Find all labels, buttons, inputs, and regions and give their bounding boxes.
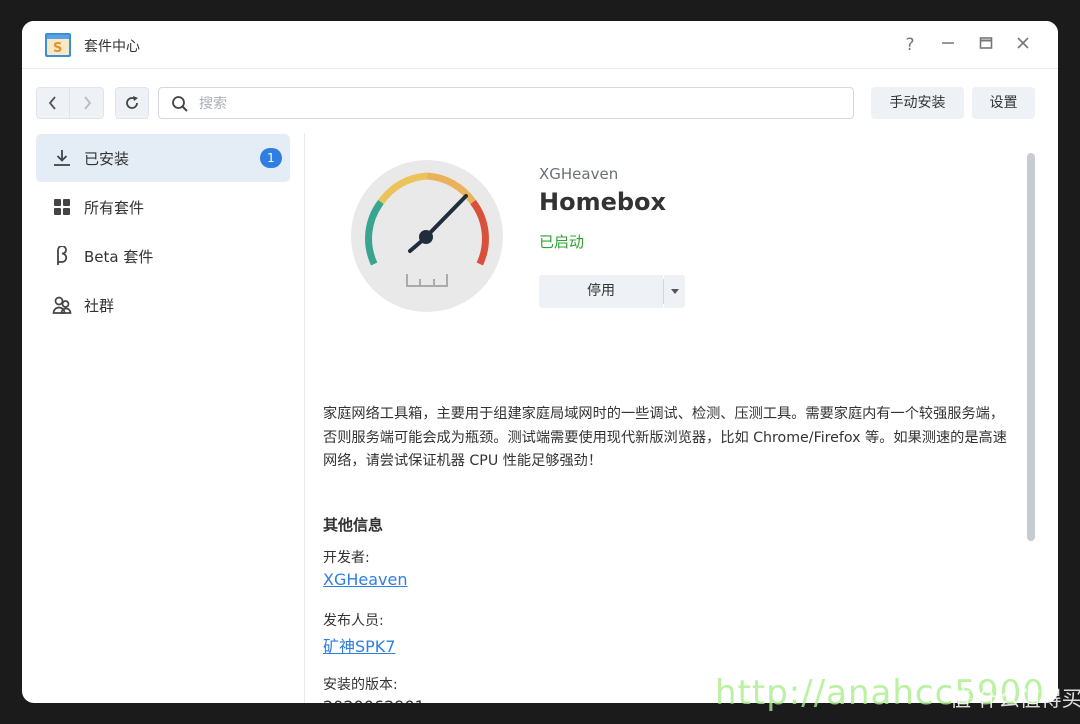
minimize-icon: [942, 42, 954, 44]
action-dropdown-button[interactable]: [664, 275, 685, 308]
search-input[interactable]: [197, 93, 801, 115]
package-status: 已启动: [539, 233, 585, 251]
version-value: 2020062901: [323, 697, 425, 703]
community-icon: [52, 296, 72, 314]
window-title: 套件中心: [84, 39, 140, 55]
developer-link[interactable]: XGHeaven: [323, 570, 408, 589]
stop-button[interactable]: 停用: [539, 275, 663, 308]
installed-count-badge: 1: [260, 148, 282, 168]
back-button[interactable]: [36, 87, 70, 119]
close-icon: [1017, 37, 1029, 49]
svg-text:S: S: [53, 41, 62, 56]
version-label: 安装的版本:: [323, 677, 398, 693]
search-box[interactable]: [158, 87, 854, 119]
watermark-brand: 值 什么值得买: [950, 687, 1080, 711]
chevron-left-icon: [48, 96, 56, 110]
manual-install-button[interactable]: 手动安装: [871, 87, 964, 119]
sidebar-item-label: 所有套件: [84, 199, 145, 217]
maximize-button[interactable]: [973, 32, 999, 58]
settings-button[interactable]: 设置: [972, 87, 1035, 119]
download-icon: [54, 150, 70, 166]
sidebar-item-community[interactable]: 社群: [36, 281, 290, 329]
sidebar-item-label: 已安装: [84, 150, 130, 168]
vertical-scrollbar[interactable]: [1027, 153, 1035, 541]
title-bar: S 套件中心 ?: [22, 21, 1058, 69]
toolbar: 手动安装 设置: [22, 69, 1058, 133]
package-center-app-icon: S: [45, 33, 71, 57]
sidebar-item-installed[interactable]: 已安装 1: [36, 134, 290, 182]
grid-icon: [54, 199, 70, 215]
homebox-gauge-icon: [351, 160, 503, 312]
sidebar-item-all-packages[interactable]: 所有套件: [36, 183, 290, 231]
publisher-link[interactable]: 矿神SPK7: [323, 633, 395, 657]
help-button[interactable]: ?: [897, 32, 923, 58]
refresh-button[interactable]: [115, 87, 149, 119]
chevron-right-icon: [83, 96, 91, 110]
other-info-title: 其他信息: [323, 516, 384, 534]
sidebar: 已安装 1 所有套件 Beta 套件 社群: [22, 133, 305, 703]
forward-button[interactable]: [70, 87, 104, 119]
sidebar-item-label: 社群: [84, 297, 115, 315]
close-button[interactable]: [1010, 32, 1036, 58]
package-description: 家庭网络工具箱，主要用于组建家庭局域网时的一些调试、检测、压测工具。需要家庭内有…: [323, 406, 1007, 469]
package-detail-pane: XGHeaven Homebox 已启动 停用 家庭网络工具箱，主要用于组建家庭…: [305, 133, 1058, 703]
publisher-label: 发布人员:: [323, 613, 384, 629]
sidebar-item-label: Beta 套件: [84, 248, 154, 266]
package-center-window: S 套件中心 ? 搜索 手动安装 设置 已安装 1 所有套件 Beta 套件 社…: [22, 21, 1058, 703]
package-vendor: XGHeaven: [539, 165, 619, 183]
minimize-button[interactable]: [935, 32, 961, 58]
maximize-icon: [979, 37, 993, 49]
stop-split-button: 停用: [539, 275, 685, 308]
search-icon: [172, 96, 188, 112]
beta-icon: [57, 246, 68, 265]
refresh-icon: [126, 96, 138, 109]
package-name: Homebox: [539, 188, 667, 216]
sidebar-item-beta[interactable]: Beta 套件: [36, 232, 290, 280]
developer-label: 开发者:: [323, 550, 370, 566]
caret-down-icon: [670, 289, 679, 294]
